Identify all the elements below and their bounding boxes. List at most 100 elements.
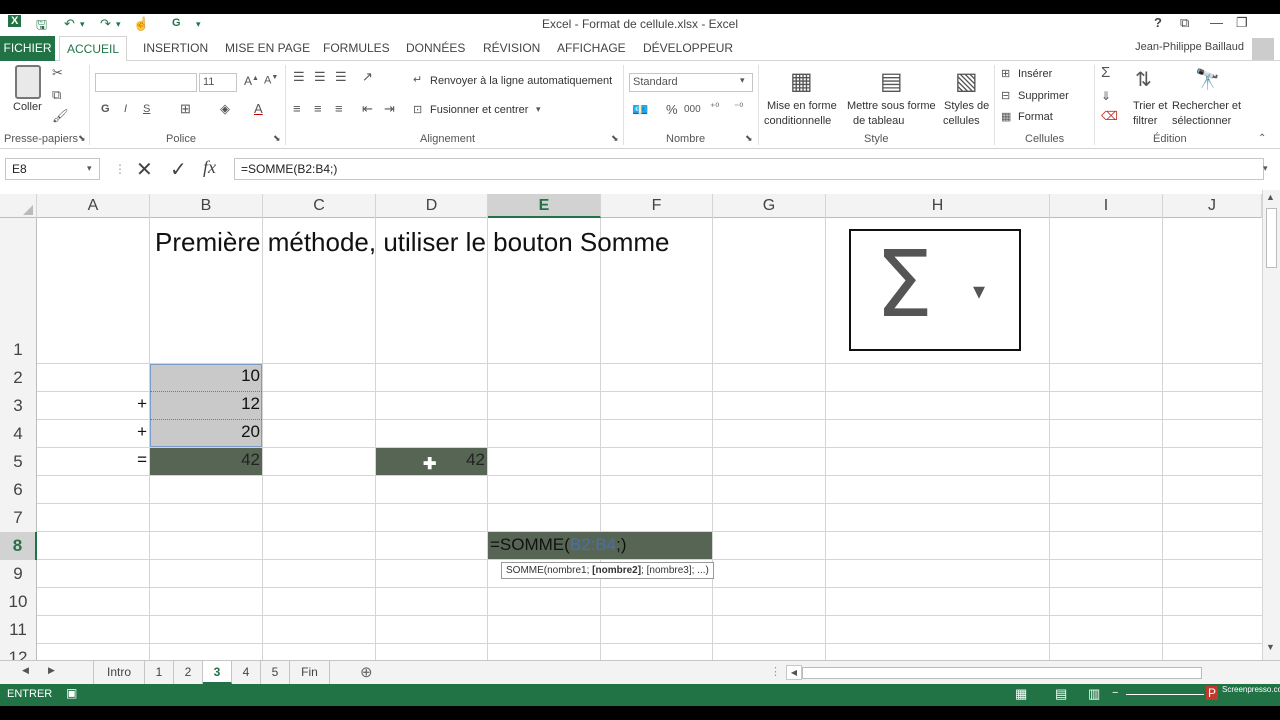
sheet-tab[interactable]: 5: [261, 661, 290, 684]
align-top-icon[interactable]: ☰: [293, 69, 305, 85]
page-layout-view-icon[interactable]: ▤: [1055, 686, 1067, 702]
row-header[interactable]: 3: [0, 392, 37, 420]
conditional-format-icon[interactable]: ▦: [790, 67, 813, 96]
column-header[interactable]: A: [37, 194, 150, 218]
tooltip-active-arg[interactable]: [nombre2]: [592, 565, 641, 576]
merge-dropdown-icon[interactable]: ▾: [536, 104, 541, 115]
align-center-icon[interactable]: ≡: [314, 101, 322, 116]
column-header[interactable]: H: [826, 194, 1050, 218]
cell-b5[interactable]: 42: [150, 450, 260, 470]
column-header[interactable]: G: [713, 194, 826, 218]
normal-view-icon[interactable]: ▦: [1015, 686, 1027, 702]
format-painter-icon[interactable]: 🖌: [52, 108, 69, 124]
column-header[interactable]: I: [1050, 194, 1163, 218]
decrease-decimal-icon[interactable]: ⁻⁰: [734, 102, 743, 113]
help-button[interactable]: ?: [1154, 15, 1162, 30]
format-button[interactable]: Format: [1018, 110, 1053, 125]
paste-icon[interactable]: [15, 65, 41, 99]
increase-font-icon[interactable]: A▲: [244, 74, 259, 88]
column-header-active[interactable]: E: [488, 194, 601, 218]
prev-sheet-icon[interactable]: ◀: [22, 665, 29, 676]
row-header[interactable]: 1: [0, 218, 37, 364]
avatar[interactable]: [1252, 38, 1274, 60]
column-header[interactable]: C: [263, 194, 376, 218]
cell-a4[interactable]: +: [38, 422, 147, 442]
row-header[interactable]: 9: [0, 560, 37, 588]
vertical-scrollbar[interactable]: ▲ ▼: [1262, 190, 1280, 660]
tab-mise-en-page[interactable]: MISE EN PAGE: [225, 41, 310, 55]
cut-icon[interactable]: ✂: [52, 65, 63, 81]
select-all-corner[interactable]: [0, 194, 37, 218]
row-header[interactable]: 5: [0, 448, 37, 476]
tab-fichier[interactable]: FICHIER: [0, 36, 55, 61]
decrease-font-icon[interactable]: A▼: [264, 74, 278, 87]
tab-formules[interactable]: FORMULES: [323, 41, 390, 55]
font-launcher-icon[interactable]: ⬊: [273, 133, 281, 144]
decrease-indent-icon[interactable]: ⇤: [362, 101, 373, 117]
cell-b2[interactable]: 10: [150, 366, 260, 386]
percent-button[interactable]: %: [666, 102, 678, 117]
sheet-tab[interactable]: Intro: [93, 661, 145, 684]
heading-cell[interactable]: Première méthode, utiliser le bouton Som…: [155, 227, 669, 258]
expand-formula-bar-icon[interactable]: ▾: [1263, 163, 1268, 174]
merge-center-button[interactable]: Fusionner et centrer: [430, 103, 528, 118]
increase-decimal-icon[interactable]: ⁺⁰: [710, 102, 719, 113]
sheet-tab[interactable]: Fin: [290, 661, 330, 684]
sheet-tab-active[interactable]: 3: [203, 661, 232, 684]
clipboard-launcher-icon[interactable]: ⬊: [78, 133, 86, 144]
tooltip-part[interactable]: SOMME(nombre1;: [506, 565, 592, 576]
format-icon[interactable]: ▦: [1001, 110, 1011, 123]
tab-revision[interactable]: RÉVISION: [483, 41, 540, 55]
cell-b3[interactable]: 12: [150, 394, 260, 414]
thousands-button[interactable]: 000: [684, 104, 701, 115]
delete-button[interactable]: Supprimer: [1018, 89, 1069, 104]
autosum-icon[interactable]: Σ: [1101, 64, 1110, 81]
cell-styles-label-2[interactable]: cellules: [943, 114, 980, 129]
tab-insertion[interactable]: INSERTION: [143, 41, 208, 55]
zoom-slider[interactable]: [1126, 694, 1204, 695]
find-select-icon[interactable]: 🔭: [1195, 67, 1220, 92]
conditional-format-label-2[interactable]: conditionnelle: [764, 114, 831, 129]
cell-styles-label-1[interactable]: Styles de: [944, 99, 989, 114]
confirm-entry-icon[interactable]: ✓: [170, 157, 187, 182]
sheet-tab[interactable]: 2: [174, 661, 203, 684]
insert-button[interactable]: Insérer: [1018, 67, 1052, 82]
bold-button[interactable]: G: [101, 103, 110, 115]
currency-icon[interactable]: 💶: [632, 102, 648, 118]
sort-filter-icon[interactable]: ⇅: [1135, 67, 1152, 92]
fill-icon[interactable]: ⇓: [1101, 89, 1111, 103]
column-header[interactable]: D: [376, 194, 488, 218]
row-header[interactable]: 4: [0, 420, 37, 448]
row-header[interactable]: 2: [0, 364, 37, 392]
add-sheet-icon[interactable]: ⊕: [360, 663, 373, 681]
row-header[interactable]: 10: [0, 588, 37, 616]
cell-a5[interactable]: =: [38, 450, 147, 470]
minimize-button[interactable]: —: [1210, 15, 1223, 30]
scroll-down-icon[interactable]: ▼: [1266, 642, 1275, 652]
tab-donnees[interactable]: DONNÉES: [406, 41, 465, 55]
ribbon-options-icon[interactable]: ⧉: [1180, 15, 1189, 31]
cell-a3[interactable]: +: [38, 394, 147, 414]
scroll-left-icon[interactable]: ◀: [786, 665, 802, 680]
active-cell-e8[interactable]: =SOMME(B2:B4;): [490, 535, 627, 555]
format-as-table-icon[interactable]: ▤: [880, 67, 903, 96]
font-size-select[interactable]: 11: [199, 73, 237, 92]
align-right-icon[interactable]: ≡: [335, 101, 343, 116]
align-middle-icon[interactable]: ☰: [314, 69, 326, 85]
format-as-table-label-1[interactable]: Mettre sous forme: [847, 99, 936, 114]
fill-color-icon[interactable]: ◈: [220, 101, 230, 117]
page-break-view-icon[interactable]: ▥: [1088, 686, 1100, 702]
column-header[interactable]: B: [150, 194, 263, 218]
number-format-dropdown-icon[interactable]: ▾: [740, 75, 745, 86]
orientation-icon[interactable]: ↗: [362, 69, 373, 85]
align-left-icon[interactable]: ≡: [293, 101, 301, 116]
merge-center-icon[interactable]: ⊡: [413, 103, 422, 116]
horizontal-scroll-thumb[interactable]: [802, 667, 1202, 679]
scroll-up-icon[interactable]: ▲: [1266, 192, 1275, 202]
sheet-tab[interactable]: 1: [145, 661, 174, 684]
font-name-select[interactable]: [95, 73, 197, 92]
cell-b4[interactable]: 20: [150, 422, 260, 442]
cell-styles-icon[interactable]: ▧: [955, 67, 978, 96]
row-header[interactable]: 6: [0, 476, 37, 504]
borders-icon[interactable]: ⊞: [180, 101, 191, 117]
